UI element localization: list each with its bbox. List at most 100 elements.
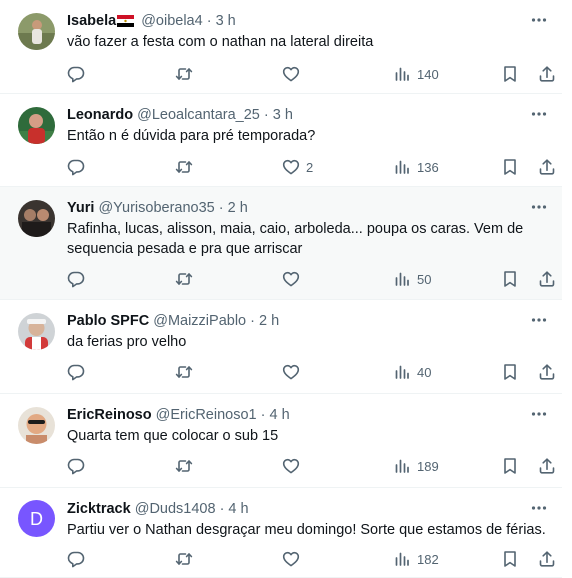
share-button[interactable] [538, 270, 556, 288]
display-name[interactable]: Pablo SPFC [67, 313, 149, 329]
retweet-icon [175, 550, 193, 568]
views-count: 50 [417, 271, 432, 287]
share-button[interactable] [538, 158, 556, 176]
display-name[interactable]: EricReinoso [67, 407, 152, 423]
tweet-header: Leonardo @Leoalcantara_25 · 3 h [67, 106, 522, 124]
tweet-header: Pablo SPFC @MaizziPablo · 2 h [67, 312, 522, 330]
retweet-button[interactable] [175, 65, 193, 83]
reply-button[interactable] [67, 65, 91, 83]
views-button[interactable]: 140 [393, 65, 439, 83]
display-name[interactable]: Zicktrack [67, 501, 131, 517]
views-button[interactable]: 50 [393, 270, 431, 288]
more-options-icon[interactable] [530, 198, 548, 216]
views-button[interactable]: 40 [393, 363, 431, 381]
views-count: 136 [417, 159, 439, 175]
retweet-button[interactable] [175, 550, 193, 568]
views-icon [393, 158, 411, 176]
display-name[interactable]: Leonardo [67, 107, 133, 123]
like-button[interactable] [282, 65, 306, 83]
timestamp[interactable]: · 3 h [207, 13, 236, 29]
handle[interactable]: @oibela4 [141, 13, 202, 29]
views-count: 189 [417, 458, 439, 474]
avatar[interactable] [18, 13, 55, 50]
views-count: 182 [417, 551, 439, 567]
like-button[interactable] [282, 363, 306, 381]
display-name[interactable]: Yuri [67, 200, 94, 216]
share-button[interactable] [538, 363, 556, 381]
action-bar: 50 [67, 270, 555, 288]
avatar[interactable] [18, 407, 55, 444]
avatar[interactable] [18, 200, 55, 237]
more-options-icon[interactable] [530, 105, 548, 123]
tweet-5[interactable]: EricReinoso @EricReinoso1 · 4 h Quarta t… [0, 394, 562, 488]
like-button[interactable] [282, 270, 306, 288]
like-icon [282, 270, 300, 288]
timestamp[interactable]: · 2 h [250, 313, 279, 329]
views-icon [393, 270, 411, 288]
retweet-button[interactable] [175, 363, 193, 381]
tweet-text: vão fazer a festa com o nathan na latera… [67, 34, 374, 50]
bookmark-button[interactable] [501, 363, 519, 381]
avatar[interactable]: D [18, 500, 55, 537]
more-options-icon[interactable] [530, 499, 548, 517]
bookmark-icon [501, 550, 519, 568]
retweet-icon [175, 270, 193, 288]
avatar[interactable] [18, 313, 55, 350]
reply-icon [67, 65, 85, 83]
more-options-icon[interactable] [530, 405, 548, 423]
timestamp[interactable]: · 2 h [219, 200, 248, 216]
tweet-text: Então n é dúvida para pré temporada? [67, 128, 316, 144]
share-icon [538, 457, 556, 475]
reply-button[interactable] [67, 457, 91, 475]
like-button[interactable] [282, 457, 306, 475]
bookmark-button[interactable] [501, 270, 519, 288]
views-button[interactable]: 136 [393, 158, 439, 176]
retweet-button[interactable] [175, 270, 193, 288]
share-button[interactable] [538, 65, 556, 83]
reply-icon [67, 158, 85, 176]
retweet-button[interactable] [175, 457, 193, 475]
bookmark-button[interactable] [501, 550, 519, 568]
like-button[interactable] [282, 550, 306, 568]
like-button[interactable]: 2 [282, 158, 313, 176]
more-options-icon[interactable] [530, 311, 548, 329]
reply-button[interactable] [67, 158, 91, 176]
tweet-header: Isabela @oibela4 · 3 h [67, 12, 522, 32]
svg-text:D: D [30, 509, 43, 529]
timestamp[interactable]: · 4 h [220, 501, 249, 517]
share-button[interactable] [538, 550, 556, 568]
display-name[interactable]: Isabela [67, 13, 116, 29]
more-options-icon[interactable] [530, 11, 548, 29]
handle[interactable]: @EricReinoso1 [156, 407, 257, 423]
retweet-icon [175, 65, 193, 83]
tweet-text: Quarta tem que colocar o sub 15 [67, 428, 279, 444]
reply-button[interactable] [67, 270, 91, 288]
bookmark-button[interactable] [501, 457, 519, 475]
bookmark-icon [501, 270, 519, 288]
tweet-1[interactable]: Isabela @oibela4 · 3 h vão fazer a festa… [0, 0, 562, 94]
timestamp[interactable]: · 4 h [261, 407, 290, 423]
avatar[interactable] [18, 107, 55, 144]
bookmark-button[interactable] [501, 65, 519, 83]
views-count: 140 [417, 66, 439, 82]
tweet-3[interactable]: Yuri @Yurisoberano35 · 2 h Rafinha, luca… [0, 187, 562, 300]
tweet-2[interactable]: Leonardo @Leoalcantara_25 · 3 h Então n … [0, 94, 562, 187]
share-button[interactable] [538, 457, 556, 475]
reply-button[interactable] [67, 363, 91, 381]
views-button[interactable]: 189 [393, 457, 439, 475]
bookmark-button[interactable] [501, 158, 519, 176]
tweet-4[interactable]: Pablo SPFC @MaizziPablo · 2 h da ferias … [0, 300, 562, 394]
timestamp[interactable]: · 3 h [264, 107, 293, 123]
tweet-6[interactable]: D Zicktrack @Duds1408 · 4 h Partiu ver o… [0, 488, 562, 578]
handle[interactable]: @Leoalcantara_25 [137, 107, 260, 123]
handle[interactable]: @Duds1408 [135, 501, 216, 517]
handle[interactable]: @Yurisoberano35 [98, 200, 214, 216]
share-icon [538, 65, 556, 83]
views-icon [393, 65, 411, 83]
views-button[interactable]: 182 [393, 550, 439, 568]
retweet-button[interactable] [175, 158, 193, 176]
handle[interactable]: @MaizziPablo [153, 313, 246, 329]
like-icon [282, 363, 300, 381]
reply-button[interactable] [67, 550, 91, 568]
reply-feed: Isabela @oibela4 · 3 h vão fazer a festa… [0, 0, 572, 578]
